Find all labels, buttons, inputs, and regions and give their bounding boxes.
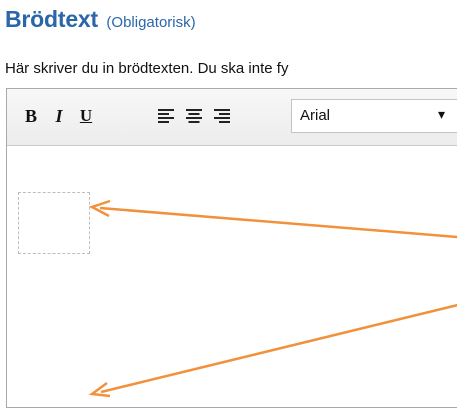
annotation-arrow-bottom [88,303,457,398]
annotation-arrows [88,199,457,398]
annotation-arrow-top [88,199,457,239]
